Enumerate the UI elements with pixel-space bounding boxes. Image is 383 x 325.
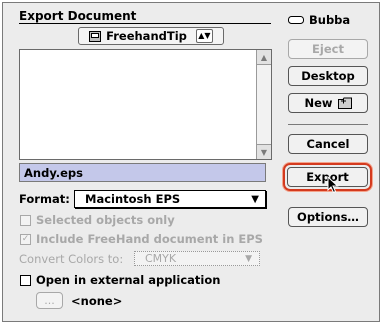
options-button-label: Options… (297, 210, 359, 224)
convert-colors-value: CMYK (145, 252, 177, 265)
include-freehand-option[interactable]: ✓ Include FreeHand document in EPS (20, 232, 263, 246)
file-name-value: Andy.eps (24, 165, 84, 180)
choose-app-button-label: ... (44, 294, 55, 307)
scroll-up-arrow-icon[interactable]: ▲ (257, 50, 271, 65)
options-button[interactable]: Options… (288, 207, 368, 227)
title-divider (19, 23, 271, 24)
selected-objects-only-checkbox[interactable] (20, 214, 31, 226)
disk-drive-icon (288, 16, 304, 24)
eject-button[interactable]: Eject (288, 39, 368, 59)
mouse-pointer-icon (327, 176, 339, 194)
cancel-button-label: Cancel (306, 137, 350, 151)
open-external-checkbox[interactable] (20, 274, 31, 286)
file-list[interactable]: ▲ ▼ (19, 49, 272, 160)
desktop-button[interactable]: Desktop (288, 66, 368, 86)
external-app-name: <none> (71, 294, 123, 308)
cancel-button[interactable]: Cancel (288, 134, 368, 154)
folder-popup-label: FreehandTip (106, 29, 187, 43)
dialog-title: Export Document (19, 9, 137, 23)
file-list-scrollbar[interactable]: ▲ ▼ (256, 50, 271, 159)
right-column-divider (288, 124, 368, 125)
dropdown-arrow-icon: ▼ (245, 254, 252, 264)
selected-objects-only-label: Selected objects only (36, 213, 175, 227)
scroll-down-arrow-icon[interactable]: ▼ (257, 144, 271, 159)
disk-name-label: Bubba (309, 13, 351, 27)
file-name-input[interactable]: Andy.eps (19, 163, 266, 182)
open-external-label: Open in external application (36, 273, 221, 287)
folder-popup[interactable]: FreehandTip ▲▼ (78, 27, 224, 45)
hard-disk-icon (89, 30, 102, 42)
format-select-value: Macintosh EPS (85, 192, 181, 206)
dropdown-arrow-icon: ▼ (251, 194, 259, 205)
include-freehand-checkbox[interactable]: ✓ (20, 233, 31, 245)
include-freehand-label: Include FreeHand document in EPS (36, 232, 263, 246)
open-external-option[interactable]: Open in external application (20, 273, 220, 287)
format-label: Format: (19, 192, 70, 206)
convert-colors-label: Convert Colors to: (19, 252, 124, 266)
new-folder-button[interactable]: New (288, 93, 368, 113)
new-folder-button-label: New (304, 96, 333, 110)
new-folder-icon (337, 97, 352, 109)
selected-objects-only-option[interactable]: Selected objects only (20, 213, 175, 227)
eject-button-label: Eject (312, 42, 344, 56)
popup-updown-icon: ▲▼ (195, 29, 213, 43)
convert-colors-select[interactable]: CMYK ▼ (134, 251, 260, 266)
desktop-button-label: Desktop (301, 69, 355, 83)
format-select[interactable]: Macintosh EPS ▼ (74, 190, 266, 208)
choose-app-button[interactable]: ... (36, 292, 63, 309)
disk-name: Bubba (288, 13, 350, 27)
